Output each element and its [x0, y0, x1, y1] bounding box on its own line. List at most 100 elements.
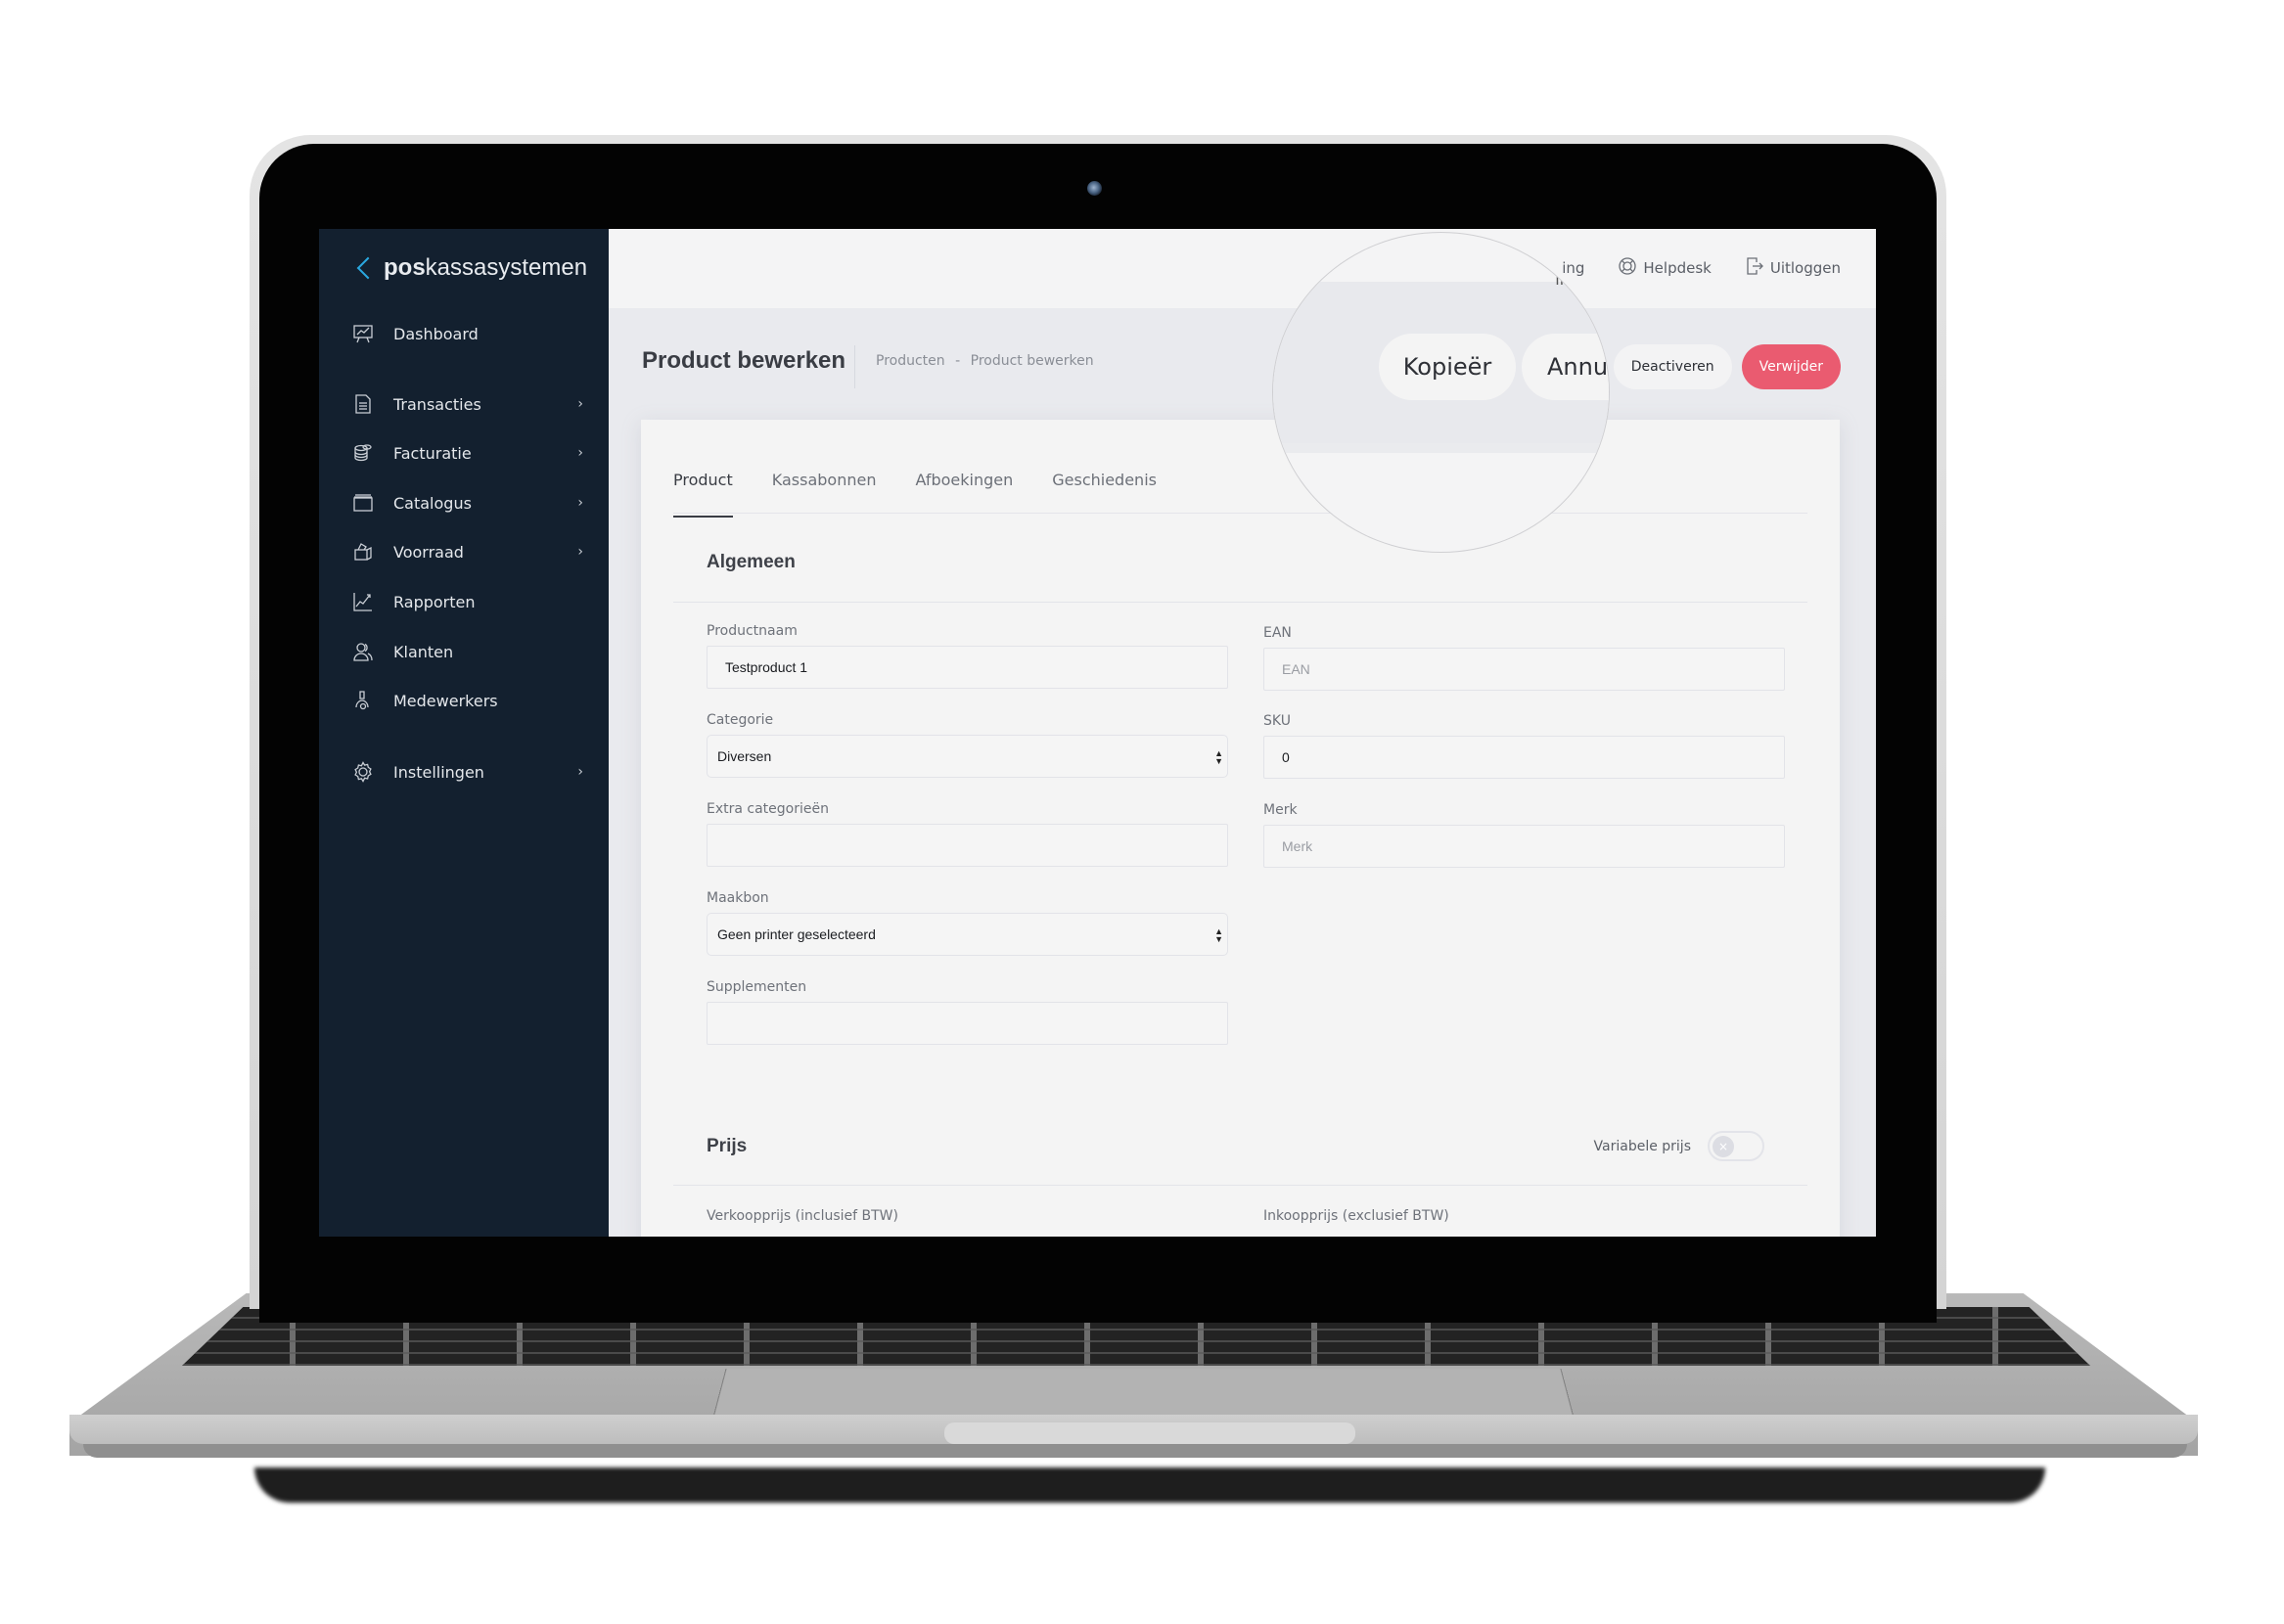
delete-button[interactable]: Verwijder [1741, 344, 1841, 389]
sidebar-item-dashboard[interactable]: Dashboard [352, 314, 587, 353]
logout-label: Uitloggen [1769, 259, 1841, 277]
category-select[interactable]: Diversen ▲ ▼ [707, 735, 1228, 778]
category-label: Categorie [707, 712, 774, 728]
logout-link[interactable]: Uitloggen [1745, 256, 1841, 280]
sidebar-item-label: Voorraad [393, 542, 464, 562]
extra-categories-input[interactable] [707, 824, 1228, 867]
header-actions: Deactiveren Verwijder [1613, 344, 1841, 389]
breadcrumb: Producten - Product bewerken [876, 353, 1094, 369]
select-arrows-icon: ▲ ▼ [1214, 748, 1223, 766]
sidebar-item-rapporten[interactable]: Rapporten [352, 582, 587, 621]
sidebar-item-medewerkers[interactable]: Medewerkers [352, 681, 587, 720]
users-icon [352, 641, 374, 662]
ean-input[interactable]: EAN [1263, 648, 1785, 691]
purchase-price-label: Inkoopprijs (exclusief BTW) [1263, 1208, 1449, 1224]
main-content: ing Helpdesk Uitloggen Product bewerken [609, 229, 1876, 1237]
laptop-trackpad [712, 1369, 1575, 1419]
laptop-shadow [254, 1467, 2045, 1503]
coins-icon [352, 442, 374, 464]
sidebar-item-label: Dashboard [393, 324, 479, 343]
breadcrumb-producten[interactable]: Producten [876, 353, 945, 369]
sidebar-item-label: Catalogus [393, 493, 472, 513]
maakbon-select[interactable]: Geen printer geselecteerd ▲ ▼ [707, 913, 1228, 956]
app-screen: pos kassasystemen Dashboard Transacties › [319, 229, 1876, 1237]
product-name-label: Productnaam [707, 623, 798, 639]
chevron-right-icon: › [577, 396, 583, 412]
cancel-button[interactable]: Annu [1522, 334, 1609, 400]
brand-label: Merk [1263, 802, 1298, 818]
line-chart-icon [352, 591, 374, 612]
sidebar-item-label: Facturatie [393, 443, 472, 463]
sidebar-item-label: Rapporten [393, 592, 476, 611]
sidebar-item-label: Medewerkers [393, 691, 498, 710]
sidebar-item-label: Klanten [393, 642, 454, 661]
sidebar-item-voorraad[interactable]: Voorraad › [352, 532, 587, 571]
brand-logo[interactable]: pos kassasystemen [354, 254, 587, 282]
sku-label: SKU [1263, 713, 1291, 729]
supplements-label: Supplementen [707, 979, 807, 995]
magnifier-callout: ing Kopieër Annu [1272, 232, 1610, 553]
supplements-input[interactable] [707, 1002, 1228, 1045]
brand-input[interactable]: Merk [1263, 825, 1785, 868]
breadcrumb-separator: - [955, 353, 961, 369]
product-tabs: Product Kassabonnen Afboekingen Geschied… [673, 467, 1807, 518]
topbar-links: ing Helpdesk Uitloggen [1562, 256, 1841, 280]
sidebar-item-instellingen[interactable]: Instellingen › [352, 752, 587, 791]
page-title: Product bewerken [642, 347, 846, 374]
sidebar-item-catalogus[interactable]: Catalogus › [352, 483, 587, 522]
sidebar-item-klanten[interactable]: Klanten [352, 632, 587, 671]
sidebar: pos kassasystemen Dashboard Transacties › [319, 229, 609, 1237]
sidebar-item-label: Instellingen [393, 762, 484, 782]
magnifier-shadow-band [1273, 443, 1609, 453]
product-card: Product Kassabonnen Afboekingen Geschied… [641, 420, 1840, 1237]
chevron-right-icon: › [577, 445, 583, 461]
brand-name-bold: pos [384, 254, 426, 281]
extra-categories-label: Extra categorieën [707, 801, 829, 817]
section-divider [673, 602, 1807, 603]
brand-diamond-icon [356, 256, 380, 280]
sale-price-label: Verkoopprijs (inclusief BTW) [707, 1208, 898, 1224]
tab-kassabonnen[interactable]: Kassabonnen [772, 467, 877, 512]
topbar: ing Helpdesk Uitloggen [609, 229, 1876, 308]
chevron-right-icon: › [577, 764, 583, 780]
maakbon-select-value: Geen printer geselecteerd [717, 926, 876, 942]
title-separator [854, 345, 855, 388]
sidebar-item-transacties[interactable]: Transacties › [352, 384, 587, 424]
ean-label: EAN [1263, 625, 1292, 641]
box-icon [352, 541, 374, 563]
laptop-notch [944, 1422, 1355, 1444]
laptop-base-edge [83, 1444, 2187, 1458]
copy-button[interactable]: Kopieër [1379, 334, 1516, 400]
magnifier-partial-link: ing [1555, 270, 1579, 289]
variable-price-label: Variabele prijs [1593, 1139, 1691, 1154]
helpdesk-link[interactable]: Helpdesk [1618, 256, 1712, 280]
brand-name-rest: kassasystemen [425, 254, 588, 281]
section-divider [673, 1185, 1807, 1186]
variable-price-toggle[interactable]: × [1708, 1131, 1764, 1161]
sidebar-item-label: Transacties [393, 394, 481, 414]
employee-icon [352, 690, 374, 711]
document-icon [352, 393, 374, 415]
tab-geschiedenis[interactable]: Geschiedenis [1052, 467, 1157, 512]
chevron-right-icon: › [577, 495, 583, 511]
folder-icon [352, 492, 374, 514]
breadcrumb-current: Product bewerken [970, 353, 1094, 369]
sidebar-item-facturatie[interactable]: Facturatie › [352, 433, 587, 473]
presentation-chart-icon [352, 323, 374, 344]
helpdesk-label: Helpdesk [1643, 259, 1712, 277]
logout-icon [1745, 256, 1764, 280]
product-name-input[interactable]: Testproduct 1 [707, 646, 1228, 689]
tab-afboekingen[interactable]: Afboekingen [915, 467, 1013, 512]
section-title-general: Algemeen [707, 552, 796, 572]
page-header: Product bewerken Producten - Product bew… [609, 308, 1876, 421]
select-arrows-icon: ▲ ▼ [1214, 926, 1223, 944]
section-title-price: Prijs [707, 1136, 748, 1156]
tab-product[interactable]: Product [673, 467, 733, 518]
deactivate-button[interactable]: Deactiveren [1613, 344, 1732, 389]
gear-icon [352, 761, 374, 783]
category-select-value: Diversen [717, 748, 772, 764]
camera-icon [1087, 181, 1102, 196]
sku-input[interactable]: 0 [1263, 736, 1785, 779]
toggle-off-icon: × [1713, 1136, 1734, 1157]
maakbon-label: Maakbon [707, 890, 769, 906]
